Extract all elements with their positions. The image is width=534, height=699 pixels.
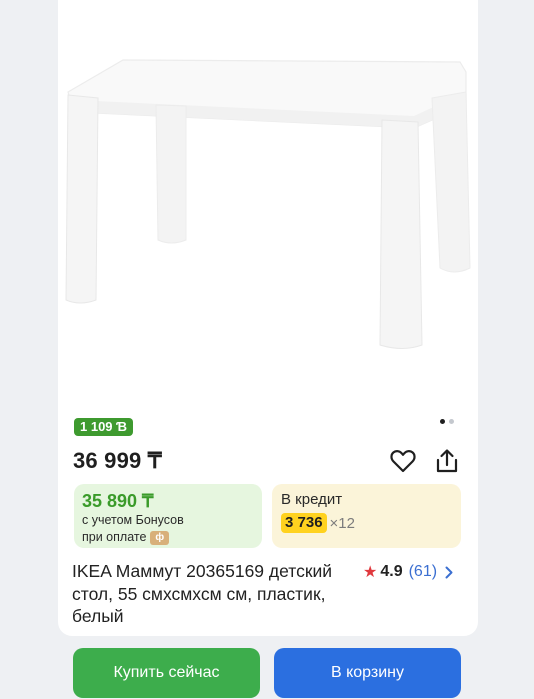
bonus-note-line2-text: при оплате [82,530,147,544]
credit-title: В кредит [281,491,343,508]
bonus-note-line1: с учетом Бонусов [82,513,184,527]
bonus-price: 35 890 ₸ [82,491,154,511]
bonus-price-box[interactable]: 35 890 ₸ с учетом Бонусов при оплате ф [74,484,262,548]
buy-now-button[interactable]: Купить сейчас [73,648,260,698]
reviews-count[interactable]: (61) [409,563,437,581]
share-button[interactable] [432,446,462,476]
rating-link[interactable]: ★ 4.9 (61) [363,562,453,582]
credit-row: 3 736 ×12 [281,513,452,533]
bonus-note-line2: при оплате ф [82,529,254,546]
product-image[interactable] [58,0,478,400]
credit-box[interactable]: В кредит 3 736 ×12 [272,484,461,548]
heart-icon [390,450,416,473]
chevron-right-icon [445,566,453,578]
add-to-cart-button[interactable]: В корзину [274,648,461,698]
share-icon [436,449,458,473]
bonus-badge: 1 109 Ɓ [74,418,134,436]
product-card: 1 109 Ɓ 36 999 ₸ 35 890 ₸ с учетом Бонус… [58,0,478,636]
bonus-coin-icon: ф [150,531,170,545]
gallery-dots[interactable] [440,419,454,424]
product-title: IKEA Маммут 20365169 детский стол, 55 см… [72,561,333,626]
gallery-dot-active[interactable] [440,419,445,424]
star-icon: ★ [363,564,378,581]
price: 36 999 ₸ [73,448,162,473]
credit-multiplier: ×12 [329,514,355,532]
rating-value: 4.9 [380,563,403,580]
favorite-button[interactable] [388,446,418,476]
credit-amount: 3 736 [281,513,327,533]
gallery-dot[interactable] [449,419,454,424]
